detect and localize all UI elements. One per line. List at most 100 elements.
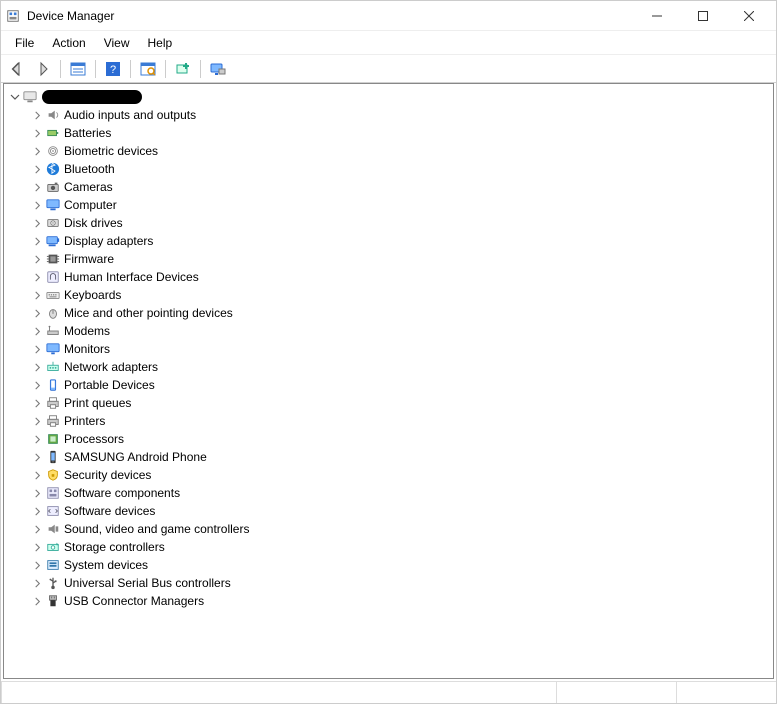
tree-category-label: Keyboards — [64, 286, 121, 304]
tree-category-label: Storage controllers — [64, 538, 165, 556]
chevron-right-icon[interactable] — [30, 399, 44, 408]
devices-printers-button[interactable] — [206, 58, 230, 80]
chevron-right-icon[interactable] — [30, 165, 44, 174]
chevron-right-icon[interactable] — [30, 489, 44, 498]
chevron-right-icon[interactable] — [30, 327, 44, 336]
minimize-button[interactable] — [634, 1, 680, 31]
tree-category[interactable]: System devices — [30, 556, 773, 574]
show-hidden-icon — [70, 61, 86, 77]
tree-category[interactable]: Monitors — [30, 340, 773, 358]
tree-category[interactable]: Human Interface Devices — [30, 268, 773, 286]
chevron-right-icon[interactable] — [30, 147, 44, 156]
tree-category[interactable]: Batteries — [30, 124, 773, 142]
battery-icon — [44, 126, 62, 140]
add-legacy-icon — [175, 61, 191, 77]
back-icon — [9, 61, 25, 77]
chevron-right-icon[interactable] — [30, 345, 44, 354]
add-legacy-button[interactable] — [171, 58, 195, 80]
forward-button[interactable] — [31, 58, 55, 80]
tree-category[interactable]: Mice and other pointing devices — [30, 304, 773, 322]
chevron-right-icon[interactable] — [30, 507, 44, 516]
chevron-right-icon[interactable] — [30, 363, 44, 372]
tree-category[interactable]: Software components — [30, 484, 773, 502]
tree-category[interactable]: Cameras — [30, 178, 773, 196]
tree-category-label: Portable Devices — [64, 376, 155, 394]
tree-category-label: Processors — [64, 430, 124, 448]
chevron-right-icon[interactable] — [30, 219, 44, 228]
chevron-right-icon[interactable] — [30, 417, 44, 426]
chevron-right-icon[interactable] — [30, 273, 44, 282]
tree-category[interactable]: USB Connector Managers — [30, 592, 773, 610]
chevron-right-icon[interactable] — [30, 237, 44, 246]
tree-category[interactable]: Disk drives — [30, 214, 773, 232]
computer-icon — [22, 90, 38, 104]
tree-category[interactable]: Computer — [30, 196, 773, 214]
maximize-button[interactable] — [680, 1, 726, 31]
hid-icon — [44, 270, 62, 284]
tree-category[interactable]: Biometric devices — [30, 142, 773, 160]
chevron-right-icon[interactable] — [30, 579, 44, 588]
tree-category-label: Bluetooth — [64, 160, 115, 178]
menu-action[interactable]: Action — [44, 34, 93, 52]
cpu-icon — [44, 432, 62, 446]
chevron-right-icon[interactable] — [30, 381, 44, 390]
chevron-right-icon[interactable] — [30, 309, 44, 318]
tree-category[interactable]: Portable Devices — [30, 376, 773, 394]
tree-root[interactable] — [8, 88, 773, 106]
show-hidden-button[interactable] — [66, 58, 90, 80]
tree-category[interactable]: Keyboards — [30, 286, 773, 304]
tree-category[interactable]: Storage controllers — [30, 538, 773, 556]
tree-category[interactable]: Universal Serial Bus controllers — [30, 574, 773, 592]
chevron-right-icon[interactable] — [30, 597, 44, 606]
swcomp-icon — [44, 486, 62, 500]
tree-category-label: Network adapters — [64, 358, 158, 376]
tree-category[interactable]: Network adapters — [30, 358, 773, 376]
chevron-down-icon — [8, 92, 22, 102]
tree-category[interactable]: Modems — [30, 322, 773, 340]
tree-category[interactable]: Display adapters — [30, 232, 773, 250]
tree-category-label: Cameras — [64, 178, 113, 196]
chevron-right-icon[interactable] — [30, 471, 44, 480]
menu-view[interactable]: View — [96, 34, 138, 52]
tree-category[interactable]: Firmware — [30, 250, 773, 268]
tree-category[interactable]: Software devices — [30, 502, 773, 520]
chevron-right-icon[interactable] — [30, 525, 44, 534]
toolbar: ? — [1, 55, 776, 83]
forward-icon — [35, 61, 51, 77]
menu-help[interactable]: Help — [140, 34, 181, 52]
tree-category[interactable]: SAMSUNG Android Phone — [30, 448, 773, 466]
toolbar-separator — [200, 60, 201, 78]
minimize-icon — [652, 11, 662, 21]
tree-category[interactable]: Print queues — [30, 394, 773, 412]
chip-icon — [44, 252, 62, 266]
tree-category-label: Display adapters — [64, 232, 153, 250]
back-button[interactable] — [5, 58, 29, 80]
chevron-right-icon[interactable] — [30, 561, 44, 570]
tree-category[interactable]: Audio inputs and outputs — [30, 106, 773, 124]
toolbar-separator — [95, 60, 96, 78]
usb-connector-icon — [44, 594, 62, 608]
chevron-right-icon[interactable] — [30, 435, 44, 444]
scan-hardware-button[interactable] — [136, 58, 160, 80]
chevron-right-icon[interactable] — [30, 201, 44, 210]
tree-category[interactable]: Security devices — [30, 466, 773, 484]
tree-category[interactable]: Processors — [30, 430, 773, 448]
chevron-right-icon[interactable] — [30, 111, 44, 120]
tree-category[interactable]: Bluetooth — [30, 160, 773, 178]
tree-category[interactable]: Sound, video and game controllers — [30, 520, 773, 538]
chevron-right-icon[interactable] — [30, 543, 44, 552]
chevron-right-icon[interactable] — [30, 255, 44, 264]
tree-category[interactable]: Printers — [30, 412, 773, 430]
tree-category-label: Print queues — [64, 394, 131, 412]
chevron-right-icon[interactable] — [30, 291, 44, 300]
tree-category-label: Computer — [64, 196, 117, 214]
chevron-right-icon[interactable] — [30, 183, 44, 192]
close-button[interactable] — [726, 1, 772, 31]
help-button[interactable]: ? — [101, 58, 125, 80]
tree-category-label: Audio inputs and outputs — [64, 106, 196, 124]
soundvideo-icon — [44, 522, 62, 536]
chevron-right-icon[interactable] — [30, 453, 44, 462]
menu-file[interactable]: File — [7, 34, 42, 52]
chevron-right-icon[interactable] — [30, 129, 44, 138]
toolbar-separator — [130, 60, 131, 78]
